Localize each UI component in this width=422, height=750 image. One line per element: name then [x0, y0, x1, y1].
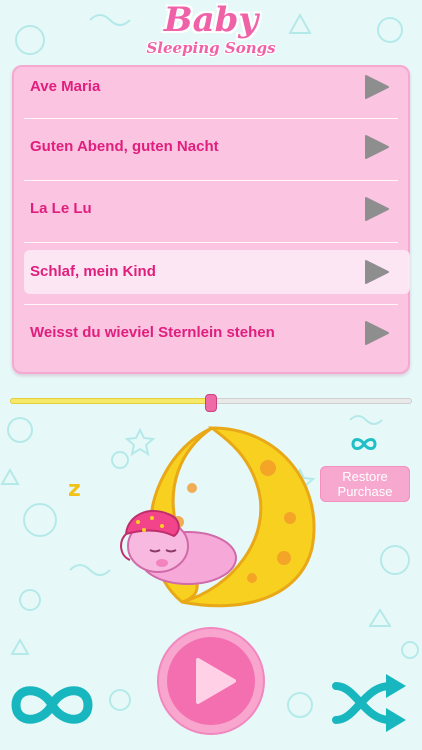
loop-button[interactable] [10, 678, 94, 732]
app-title-main: Baby [163, 0, 259, 40]
song-title: Ave Maria [30, 78, 101, 95]
play-icon[interactable] [364, 135, 390, 159]
song-divider [24, 304, 398, 305]
restore-purchase-button[interactable]: Restore Purchase [320, 466, 410, 502]
restore-label-line2: Purchase [337, 484, 393, 499]
song-item-schlaf-mein-kind[interactable]: Schlaf, mein Kind [24, 250, 410, 294]
play-icon[interactable] [364, 75, 390, 99]
song-title: Schlaf, mein Kind [30, 263, 156, 280]
slider-fill [10, 398, 211, 404]
sleeping-baby-on-moon-illustration: z [68, 426, 316, 608]
play-icon[interactable] [364, 260, 390, 284]
song-list: Ave Maria Guten Abend, guten Nacht La Le… [12, 65, 410, 374]
progress-slider[interactable] [10, 394, 412, 412]
song-title: Weisst du wieviel Sternlein stehen [30, 324, 275, 341]
song-title: Guten Abend, guten Nacht [30, 138, 219, 155]
song-item-guten-abend[interactable]: Guten Abend, guten Nacht [24, 125, 410, 169]
app-title-subtitle: Sleeping Songs [146, 39, 276, 57]
shuffle-button[interactable] [330, 672, 410, 734]
shuffle-icon [332, 682, 394, 724]
song-item-weisst-du[interactable]: Weisst du wieviel Sternlein stehen [24, 311, 410, 355]
song-divider [24, 242, 398, 243]
infinity-icon [351, 438, 377, 450]
song-title: La Le Lu [30, 200, 92, 217]
sleep-z-icon: z [68, 477, 81, 502]
song-item-la-le-lu[interactable]: La Le Lu [24, 187, 410, 231]
song-item-ave-maria[interactable]: Ave Maria [24, 65, 410, 109]
app-title: Baby Sleeping Songs [0, 0, 422, 64]
restore-label-line1: Restore [342, 469, 388, 484]
play-button[interactable] [156, 626, 266, 736]
play-icon[interactable] [364, 197, 390, 221]
play-icon[interactable] [364, 321, 390, 345]
slider-handle[interactable] [205, 394, 217, 412]
song-divider [24, 180, 398, 181]
song-divider [24, 118, 398, 119]
infinity-icon [11, 686, 93, 724]
